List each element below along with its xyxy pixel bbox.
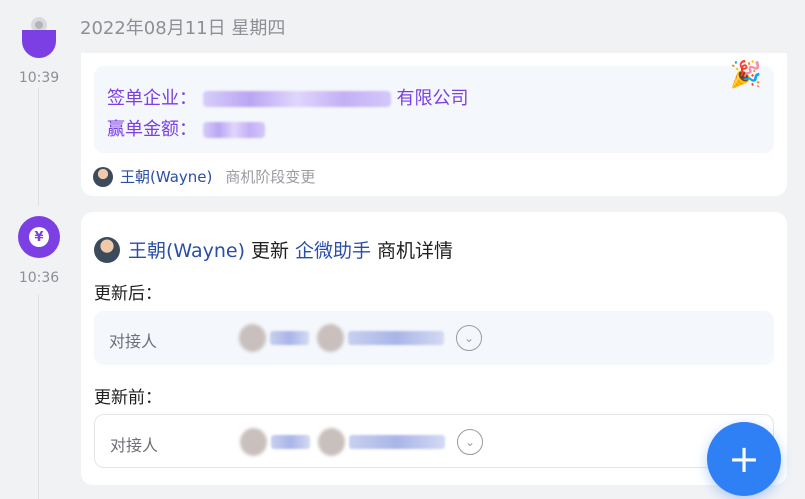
event-avatar [22, 30, 56, 58]
event-time: 10:39 [18, 70, 60, 86]
company-suffix: 有限公司 [396, 88, 469, 109]
field-label: 对接人 [110, 436, 159, 455]
field-after-box: 对接人 ⌄ [94, 311, 774, 365]
contacts-redacted [239, 324, 444, 352]
app-link[interactable]: 企微助手 [295, 236, 371, 263]
after-label: 更新后： [94, 284, 162, 304]
celebration-icon: 🎉 [729, 60, 762, 90]
sign-amount-label: 赢单金额： [107, 119, 197, 140]
sign-amount-row: 赢单金额： [107, 115, 265, 141]
add-button[interactable]: + [707, 422, 781, 496]
object-text: 商机详情 [377, 240, 454, 262]
action-type: 商机阶段变更 [225, 168, 316, 186]
field-label: 对接人 [109, 332, 158, 351]
timeline-line [38, 295, 39, 499]
event-card-update: 王朝(Wayne) 更新 企微助手 商机详情 更新后： 对接人 ⌄ 更新前： 对… [81, 212, 787, 485]
event-card-stage-change: 签单企业： 有限公司 赢单金额： 🎉 王朝(Wayne) 商机阶段变更 [81, 53, 787, 196]
sign-company-label: 签单企业： [107, 88, 197, 109]
user-avatar[interactable] [93, 166, 113, 187]
before-label: 更新前： [94, 388, 162, 408]
timeline-line [38, 88, 39, 206]
win-info-panel: 签单企业： 有限公司 赢单金额： 🎉 [94, 60, 774, 153]
company-name-redacted [202, 91, 391, 107]
verb-text: 更新 [251, 240, 290, 262]
yen-icon: ¥ [18, 216, 60, 258]
sign-company-row: 签单企业： 有限公司 [107, 84, 468, 110]
contacts-redacted [240, 428, 445, 456]
amount-redacted [202, 122, 265, 138]
field-before-box: 对接人 ⌄ [94, 414, 774, 468]
user-name-link[interactable]: 王朝(Wayne) [120, 166, 212, 187]
update-title: 王朝(Wayne) 更新 企微助手 商机详情 [94, 236, 453, 263]
user-avatar[interactable] [94, 236, 120, 263]
chevron-down-icon[interactable]: ⌄ [457, 429, 483, 455]
date-header: 2022年08月11日 星期四 [80, 18, 286, 39]
event-time: 10:36 [18, 270, 60, 286]
card-footer: 王朝(Wayne) 商机阶段变更 [93, 166, 315, 187]
chevron-down-icon[interactable]: ⌄ [456, 325, 482, 351]
user-name-link[interactable]: 王朝(Wayne) [128, 236, 245, 263]
